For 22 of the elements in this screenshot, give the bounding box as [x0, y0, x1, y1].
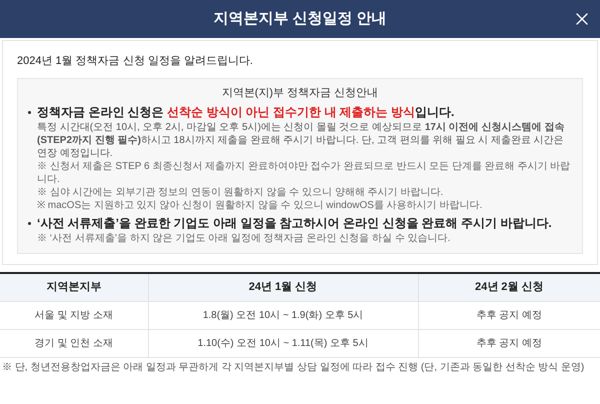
column-header: 24년 2월 신청: [418, 273, 600, 301]
table-cell: 1.10(수) 오전 10시 ~ 1.11(목) 오후 5시: [148, 329, 418, 357]
bullet-icon: [28, 111, 31, 114]
notice-note: ※ 심야 시간에는 외부기관 정보의 연동이 원활하지 않을 수 있으니 양해해 주시기 바랍니다.: [36, 186, 444, 199]
table-cell: 추후 공지 예정: [418, 329, 600, 357]
table-cell: 추후 공지 예정: [418, 301, 600, 329]
notice-heading: 정책자금 온라인 신청은 선착순 방식이 아닌 접수기한 내 제출하는 방식입니다.: [37, 104, 454, 121]
footnote: ※ 단, 청년전용창업자금은 아래 일정과 무관하게 각 지역본지부별 상담 일정에 따라 접수 진행 (단, 기존과 동일한 선착순 방식 운영): [1, 360, 586, 374]
column-header: 지역본지부: [0, 273, 148, 301]
notice-note: ※ macOS는 지원하고 있지 않아 신청이 원활하지 않을 수 있으니 windowOS를 사용하시기 바랍니다.: [36, 199, 484, 212]
notice-paragraph: 특정 시간대(오전 10시, 오후 2시, 마감일 오후 5시)에는 신청이 몰릴 것으로 예상되므로 17시 이전에 신청시스템에 접속(STEP2까지 진행 필수)하시고 18시까지 제출을 완료해 주시기 바랍니다. 단, 고객 편의를 위해 필요 시 제출완료 시간은 연장 예정입니다.: [36, 121, 566, 160]
table-cell: 경기 및 인천 소재: [0, 329, 148, 357]
column-header: 24년 1월 신청: [148, 273, 418, 301]
notice-title: 지역본(지)부 정책자금 신청안내: [220, 86, 380, 100]
bullet-icon: [28, 222, 31, 225]
window-title: 지역본지부 신청일정 안내: [213, 8, 387, 29]
intro-text: 2024년 1월 정책자금 신청 일정을 알려드립니다.: [17, 54, 254, 69]
notice-note: ※ 신청서 제출은 STEP 6 최종신청서 제출까지 완료하여야만 접수가 완료되므로 반드시 모든 단계를 완료해 주시기 바랍니다.: [36, 160, 572, 186]
table-cell: 1.8(월) 오전 10시 ~ 1.9(화) 오후 5시: [148, 301, 418, 329]
notice-heading: ‘사전 서류제출’을 완료한 기업도 아래 일정을 참고하시어 온라인 신청을 완료해 주시기 바랍니다.: [37, 215, 552, 232]
table-cell: 서울 및 지방 소재: [0, 301, 148, 329]
notice-note: ※ ‘사전 서류제출’을 하지 않은 기업도 아래 일정에 정책자금 온라인 신청을 하실 수 있습니다.: [36, 232, 452, 245]
